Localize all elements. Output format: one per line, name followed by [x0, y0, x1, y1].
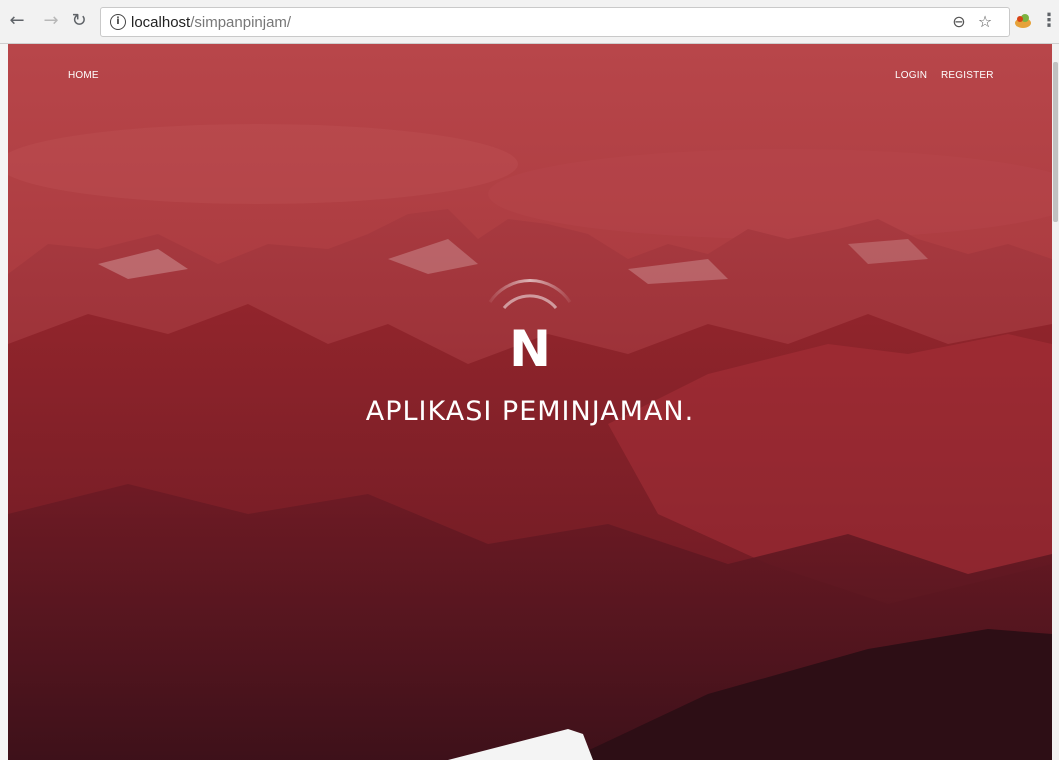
nav-login-link[interactable]: LOGIN: [895, 70, 927, 81]
url-text[interactable]: localhost/simpanpinjam/: [131, 14, 291, 31]
app-logo-icon: N: [488, 279, 572, 370]
url-host: localhost: [131, 14, 191, 31]
nav-register-link[interactable]: REGISTER: [941, 70, 994, 81]
browser-toolbar: ← → ↻ i localhost/simpanpinjam/ ⊖ ☆ ⋮: [0, 0, 1059, 44]
url-path: /simpanpinjam/: [190, 14, 292, 31]
extension-icon[interactable]: [1013, 11, 1033, 31]
browser-menu-icon[interactable]: ⋮: [1040, 10, 1058, 32]
bookmark-star-icon[interactable]: ☆: [975, 12, 995, 32]
logo-letter: N: [509, 320, 551, 370]
nav-home-link[interactable]: HOME: [68, 70, 99, 81]
reload-icon[interactable]: ↻: [68, 10, 90, 32]
forward-icon[interactable]: →: [40, 10, 62, 32]
back-icon[interactable]: ←: [6, 10, 28, 32]
info-icon[interactable]: i: [110, 14, 126, 30]
address-bar[interactable]: i localhost/simpanpinjam/ ⊖ ☆: [100, 7, 1010, 37]
page-scrollbar-thumb[interactable]: [1053, 62, 1058, 222]
page-left-margin: [0, 44, 8, 760]
zoom-icon[interactable]: ⊖: [949, 12, 969, 32]
hero-headline: APLIKASI PEMINJAMAN.: [365, 396, 695, 427]
